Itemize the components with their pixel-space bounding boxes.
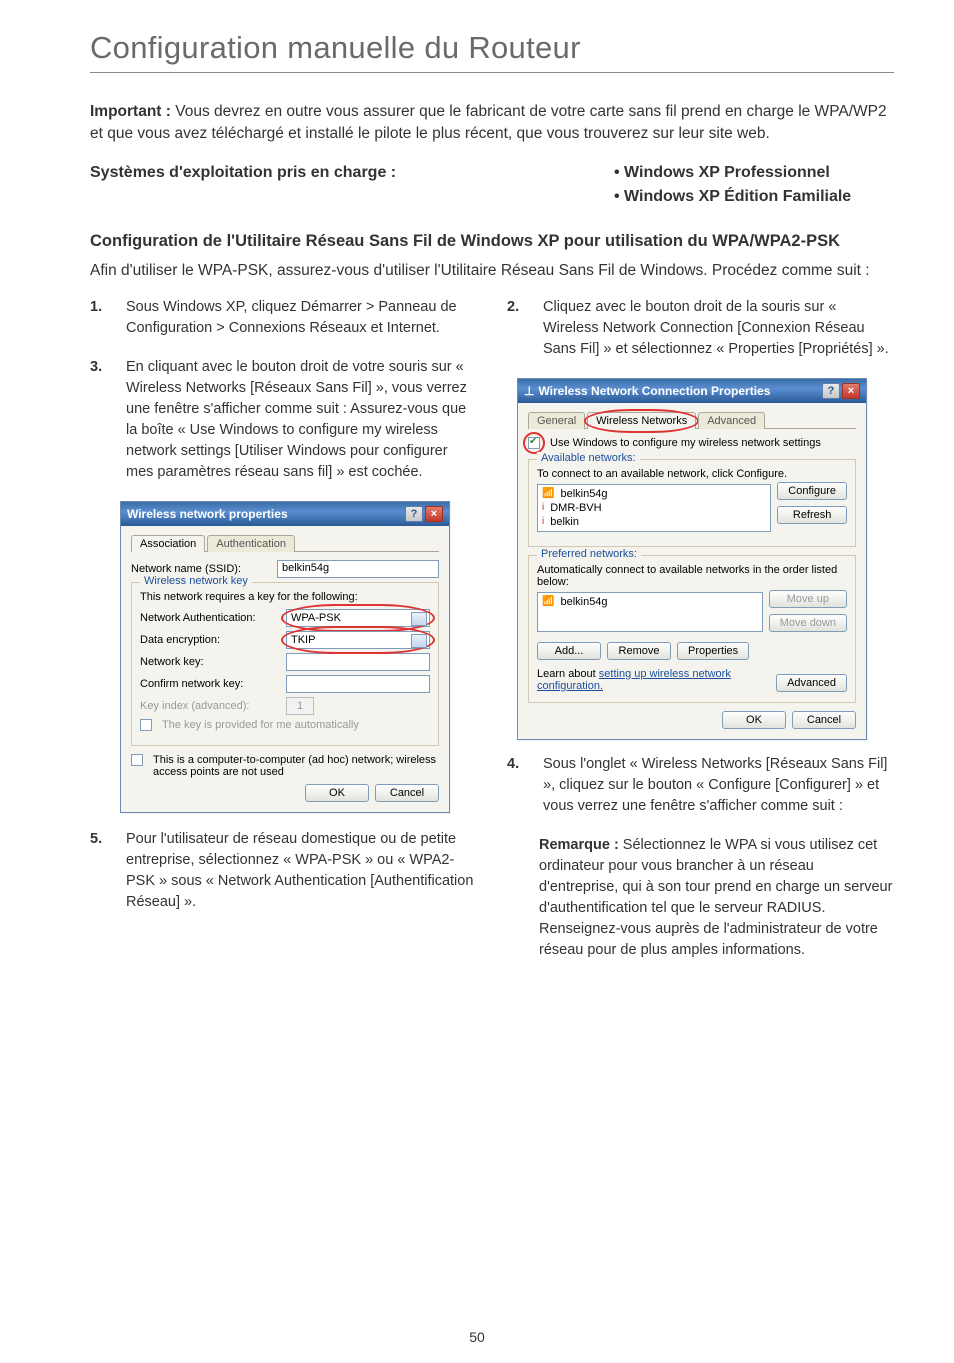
step-1-text: Sous Windows XP, cliquez Démarrer > Pann… [126,297,477,339]
confkey-label: Confirm network key: [140,678,280,690]
step-1-num: 1. [90,297,108,339]
tab-general[interactable]: General [528,412,585,429]
os-item-home: • Windows XP Édition Familiale [614,188,894,206]
net-c: belkin [550,516,579,528]
step-1: 1. Sous Windows XP, cliquez Démarrer > P… [90,297,477,339]
tab-advanced[interactable]: Advanced [698,412,765,429]
remove-button[interactable]: Remove [607,642,671,660]
close-icon[interactable]: × [842,383,860,399]
dialog2-titlebar: ⊥Wireless Network Connection Properties … [518,379,866,403]
preferred-hint: Automatically connect to available netwo… [537,564,847,588]
signal-icon: i [542,516,544,527]
step-2: 2. Cliquez avec le bouton droit de la so… [507,297,894,360]
autokey-label: The key is provided for me automatically [162,719,359,731]
signal-icon: 📶 [542,488,554,499]
confkey-input[interactable] [286,675,430,693]
available-networks-list[interactable]: 📶 belkin54g i DMR-BVH ibelkin [537,484,771,532]
configure-button[interactable]: Configure [777,482,847,500]
dialog2-title: Wireless Network Connection Properties [538,384,770,398]
netauth-label: Network Authentication: [140,612,280,624]
autokey-checkbox [140,719,152,731]
step-4: 4. Sous l'onglet « Wireless Networks [Ré… [507,754,894,817]
remarque-label: Remarque : [539,837,619,853]
list-item: 📶 belkin54g [542,595,758,609]
tab-association[interactable]: Association [131,535,205,552]
tab-wireless-networks[interactable]: Wireless Networks [587,412,696,429]
net-b: DMR-BVH [550,502,601,514]
tab-authentication[interactable]: Authentication [207,535,295,552]
dialog2-cancel-button[interactable]: Cancel [792,711,856,729]
netkey-label: Network key: [140,656,280,668]
os-support-label: Systèmes d'exploitation pris en charge : [90,164,574,206]
wireless-icon: ⊥ [524,384,534,398]
properties-button[interactable]: Properties [677,642,749,660]
adhoc-checkbox[interactable] [131,754,143,766]
dataenc-dropdown[interactable]: TKIP [286,631,430,649]
remarque-text: Sélectionnez le WPA si vous utilisez cet… [539,837,892,958]
list-item: ibelkin [542,515,766,529]
os-support-row: Systèmes d'exploitation pris en charge :… [90,164,894,206]
intro-text: Vous devrez en outre vous assurer que le… [90,103,887,142]
pref-item: belkin54g [560,596,607,608]
movedown-button: Move down [769,614,847,632]
use-windows-label: Use Windows to configure my wireless net… [550,437,821,449]
help-icon[interactable]: ? [405,506,423,522]
dialog1-cancel-button[interactable]: Cancel [375,784,439,802]
net-a: belkin54g [560,488,607,500]
available-networks-legend: Available networks: [537,452,640,464]
add-button[interactable]: Add... [537,642,601,660]
moveup-button: Move up [769,590,847,608]
step-2-text: Cliquez avec le bouton droit de la souri… [543,297,894,360]
step-4-text: Sous l'onglet « Wireless Networks [Résea… [543,754,894,817]
step-5-num: 5. [90,829,108,913]
wireless-key-legend: Wireless network key [140,575,252,587]
step-5-text: Pour l'utilisateur de réseau domestique … [126,829,477,913]
use-windows-checkbox[interactable] [528,437,540,449]
keyindex-spinner: 1 [286,697,314,715]
learn-prefix: Learn about [537,668,599,680]
step-5: 5. Pour l'utilisateur de réseau domestiq… [90,829,477,913]
keyindex-label: Key index (advanced): [140,700,280,712]
wireless-connection-properties-dialog: ⊥Wireless Network Connection Properties … [517,378,867,740]
available-hint: To connect to an available network, clic… [537,468,847,480]
config-intro: Afin d'utiliser le WPA-PSK, assurez-vous… [90,260,894,282]
list-item: i DMR-BVH [542,501,766,515]
netauth-dropdown[interactable]: WPA-PSK [286,609,430,627]
dialog1-ok-button[interactable]: OK [305,784,369,802]
advanced-button[interactable]: Advanced [776,674,847,692]
step-2-num: 2. [507,297,525,360]
preferred-networks-legend: Preferred networks: [537,548,641,560]
dialog1-title: Wireless network properties [127,507,288,521]
preferred-networks-list[interactable]: 📶 belkin54g [537,592,763,632]
netkey-input[interactable] [286,653,430,671]
dialog2-ok-button[interactable]: OK [722,711,786,729]
config-heading: Configuration de l'Utilitaire Réseau San… [90,230,894,252]
ssid-input[interactable]: belkin54g [277,560,439,578]
page-title: Configuration manuelle du Routeur [90,30,894,66]
step-4-num: 4. [507,754,525,817]
remarque-paragraph: Remarque : Sélectionnez le WPA si vous u… [539,835,894,961]
refresh-button[interactable]: Refresh [777,506,847,524]
wireless-network-properties-dialog: Wireless network properties ? × Associat… [120,501,450,813]
page-number: 50 [469,1329,485,1345]
help-icon[interactable]: ? [822,383,840,399]
close-icon[interactable]: × [425,506,443,522]
key-required-text: This network requires a key for the foll… [140,591,430,603]
step-3-text: En cliquant avec le bouton droit de votr… [126,357,477,483]
intro-label: Important : [90,103,171,120]
step-3: 3. En cliquant avec le bouton droit de v… [90,357,477,483]
adhoc-label: This is a computer-to-computer (ad hoc) … [153,754,439,778]
dialog1-titlebar: Wireless network properties ? × [121,502,449,526]
dataenc-label: Data encryption: [140,634,280,646]
ssid-label: Network name (SSID): [131,563,271,575]
title-rule [90,72,894,73]
os-item-pro: • Windows XP Professionnel [614,164,894,182]
signal-icon: i [542,502,544,513]
signal-icon: 📶 [542,596,554,607]
step-3-num: 3. [90,357,108,483]
intro-paragraph: Important : Vous devrez en outre vous as… [90,101,894,146]
list-item: 📶 belkin54g [542,487,766,501]
